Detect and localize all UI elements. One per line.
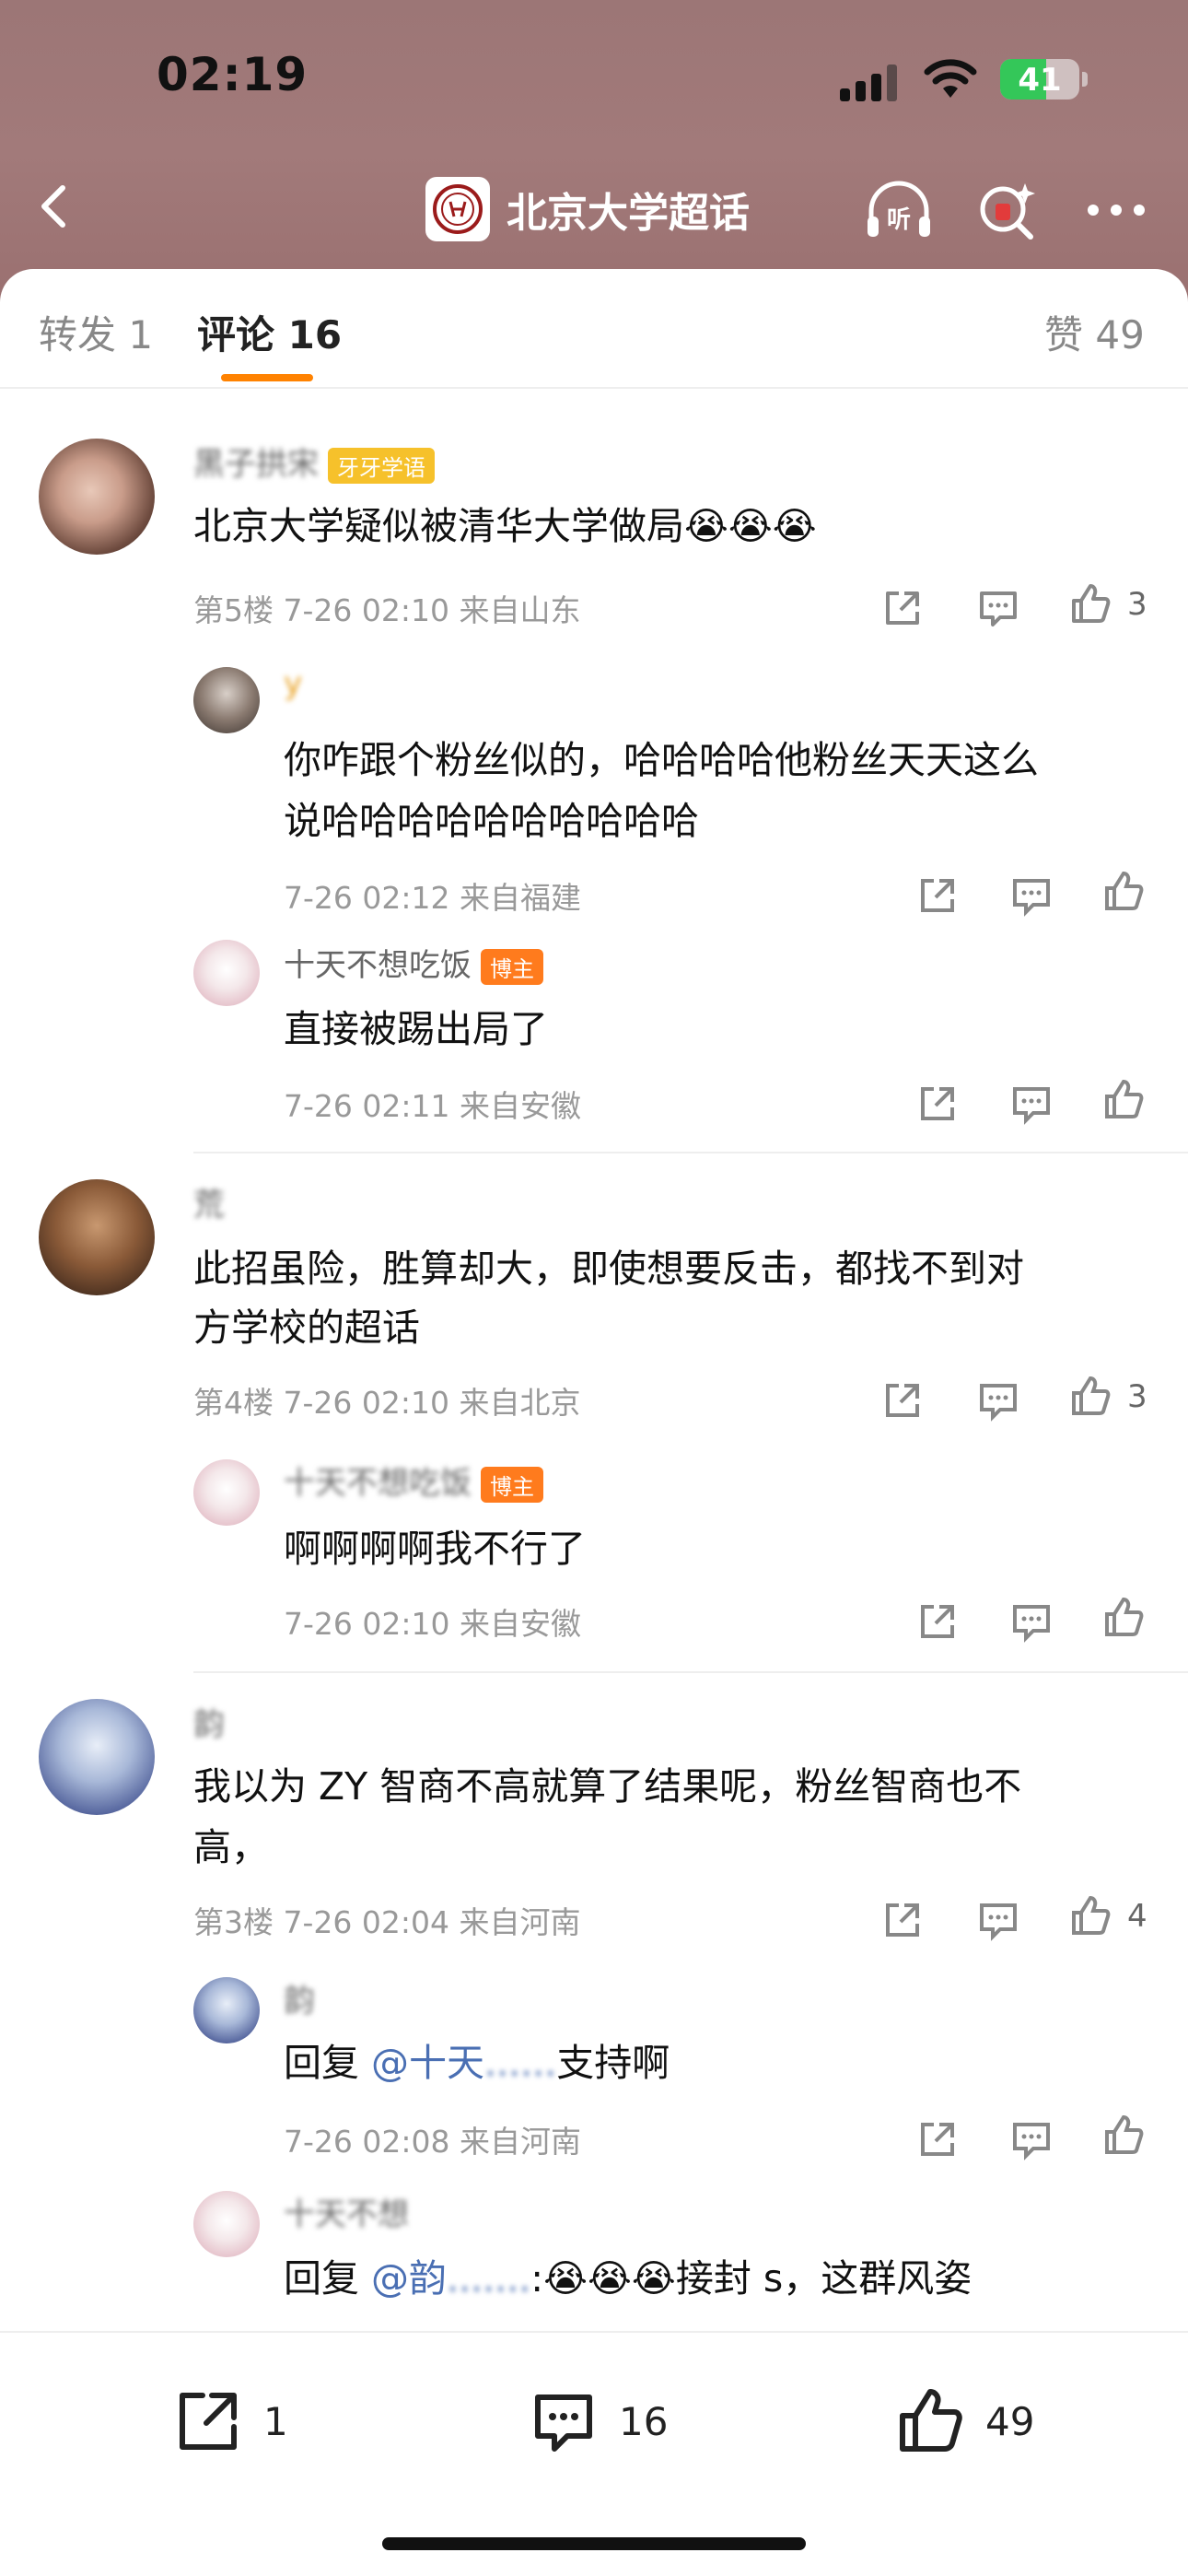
like-total: 49	[985, 2398, 1035, 2444]
reply-author[interactable]: 十天不想	[284, 2189, 409, 2234]
reply-author[interactable]: y	[284, 665, 302, 702]
status-bar: 02:19 41	[0, 0, 1188, 157]
reply-text: 啊啊啊啊我不行了	[284, 1527, 586, 1571]
avatar[interactable]	[39, 439, 155, 555]
comment-icon[interactable]	[1009, 2117, 1054, 2161]
like-icon[interactable]	[1068, 1375, 1112, 1419]
comment-divider	[193, 1152, 1188, 1153]
comment-divider	[193, 1671, 1188, 1673]
thumbs-up-icon	[900, 2389, 962, 2452]
like-icon[interactable]	[1101, 1078, 1146, 1122]
comment-count: 16	[619, 2398, 669, 2444]
mention-link[interactable]: @十天	[371, 2041, 484, 2085]
reply-meta: 7-26 02:10 来自安徽	[284, 1606, 581, 1642]
avatar[interactable]	[193, 2191, 260, 2257]
headphones-listen-icon[interactable]: 听	[862, 173, 936, 247]
reply-text-line2: 说哈哈哈哈哈哈哈哈哈哈	[284, 799, 699, 843]
comment-text: 此招虽险，胜算却大，即使想要反击，都找不到对	[193, 1247, 1024, 1291]
comment-meta: 第4楼 7-26 02:10 来自北京	[193, 1385, 581, 1421]
like-button[interactable]: 49	[895, 2386, 1034, 2456]
more-dots-icon[interactable]	[1079, 173, 1153, 247]
repost-count: 1	[263, 2398, 288, 2444]
avatar[interactable]	[39, 1699, 155, 1815]
supertopic-title[interactable]: 北京大学超话	[425, 177, 750, 241]
wifi-icon	[924, 59, 977, 98]
reply-author[interactable]: 十天不想吃饭 博主	[284, 1458, 543, 1503]
comment-icon[interactable]	[976, 1378, 1020, 1423]
chevron-left-icon[interactable]	[28, 179, 83, 234]
sparkle-search-icon[interactable]	[971, 173, 1044, 247]
reply-text: 你咋跟个粉丝似的，哈哈哈哈他粉丝天天这么	[284, 738, 1039, 782]
share-icon[interactable]	[915, 1082, 960, 1126]
cellular-signal-icon	[840, 64, 899, 101]
mention-link[interactable]: @韵	[371, 2256, 447, 2301]
commenter-name[interactable]: 荒	[193, 1179, 225, 1224]
active-tab-indicator	[221, 374, 313, 381]
comment-icon[interactable]	[976, 586, 1020, 630]
status-time: 02:19	[157, 48, 309, 101]
reply-meta: 7-26 02:08 来自河南	[284, 2124, 581, 2160]
share-icon[interactable]	[915, 1599, 960, 1644]
tab-bar: 转发 1 评论 16 赞 49	[0, 269, 1188, 389]
like-icon[interactable]	[1068, 1894, 1112, 1938]
comment-icon[interactable]	[976, 1898, 1020, 1942]
reply-author[interactable]: 十天不想吃饭 博主	[284, 940, 543, 985]
comment-text: 我以为 ZY 智商不高就算了结果呢，粉丝智商也不	[193, 1764, 1022, 1809]
share-icon[interactable]	[880, 586, 925, 630]
reply-text: 回复 @韵.......:😭😭😭接封 s，这群风姿	[284, 2256, 973, 2301]
page-title: 北京大学超话	[507, 190, 750, 237]
fan-level-badge: 牙牙学语	[328, 448, 435, 484]
comment-icon[interactable]	[1009, 1599, 1054, 1644]
comment-icon[interactable]	[1009, 1082, 1054, 1126]
blogger-badge: 博主	[481, 1467, 543, 1503]
tab-comments[interactable]: 评论 16	[197, 304, 342, 360]
reply-author[interactable]: 韵	[284, 1975, 315, 2020]
like-count: 4	[1127, 1898, 1147, 1935]
pku-logo-icon	[425, 177, 490, 241]
nav-bar: 北京大学超话 听	[0, 166, 1188, 249]
tab-likes[interactable]: 赞 49	[1044, 304, 1145, 360]
comment-text-line2: 方学校的超话	[193, 1306, 420, 1350]
comment-bubble-icon	[535, 2395, 592, 2452]
repost-icon	[180, 2393, 237, 2450]
repost-button[interactable]: 1	[173, 2386, 288, 2456]
reply-meta: 7-26 02:12 来自福建	[284, 880, 581, 916]
comment-text-line2: 高，	[193, 1825, 269, 1869]
blogger-badge: 博主	[481, 949, 543, 985]
comment-meta: 第5楼 7-26 02:10 来自山东	[193, 592, 581, 628]
avatar[interactable]	[193, 1459, 260, 1526]
avatar[interactable]	[193, 1977, 260, 2043]
svg-text:听: 听	[887, 206, 911, 234]
comment-text: 北京大学疑似被清华大学做局😭😭😭	[193, 504, 817, 548]
like-count: 3	[1127, 586, 1147, 623]
like-icon[interactable]	[1101, 870, 1146, 914]
comments-panel: 转发 1 评论 16 赞 49 黑子拱宋 牙牙学语 北京大学疑似被清华大学做局😭😭…	[0, 269, 1188, 2576]
home-indicator[interactable]	[382, 2537, 806, 2550]
battery-level: 41	[1018, 62, 1062, 99]
reply-meta: 7-26 02:11 来自安徽	[284, 1088, 581, 1124]
comment-meta: 第3楼 7-26 02:04 来自河南	[193, 1904, 581, 1940]
avatar[interactable]	[193, 667, 260, 733]
avatar[interactable]	[39, 1179, 155, 1295]
avatar[interactable]	[193, 940, 260, 1006]
tab-repost[interactable]: 转发 1	[39, 304, 153, 360]
like-icon[interactable]	[1068, 582, 1112, 626]
like-icon[interactable]	[1101, 2113, 1146, 2158]
commenter-name[interactable]: 黑子拱宋 牙牙学语	[193, 439, 435, 484]
share-icon[interactable]	[880, 1378, 925, 1423]
share-icon[interactable]	[915, 2117, 960, 2161]
like-count: 3	[1127, 1378, 1147, 1415]
like-icon[interactable]	[1101, 1596, 1146, 1640]
share-icon[interactable]	[880, 1898, 925, 1942]
comment-icon[interactable]	[1009, 873, 1054, 918]
comment-button[interactable]: 16	[529, 2386, 668, 2456]
reply-text: 回复 @十天......支持啊	[284, 2041, 670, 2085]
battery-icon: 41	[1000, 59, 1088, 100]
commenter-name[interactable]: 韵	[193, 1699, 225, 1744]
reply-text: 直接被踢出局了	[284, 1007, 548, 1051]
share-icon[interactable]	[915, 873, 960, 918]
